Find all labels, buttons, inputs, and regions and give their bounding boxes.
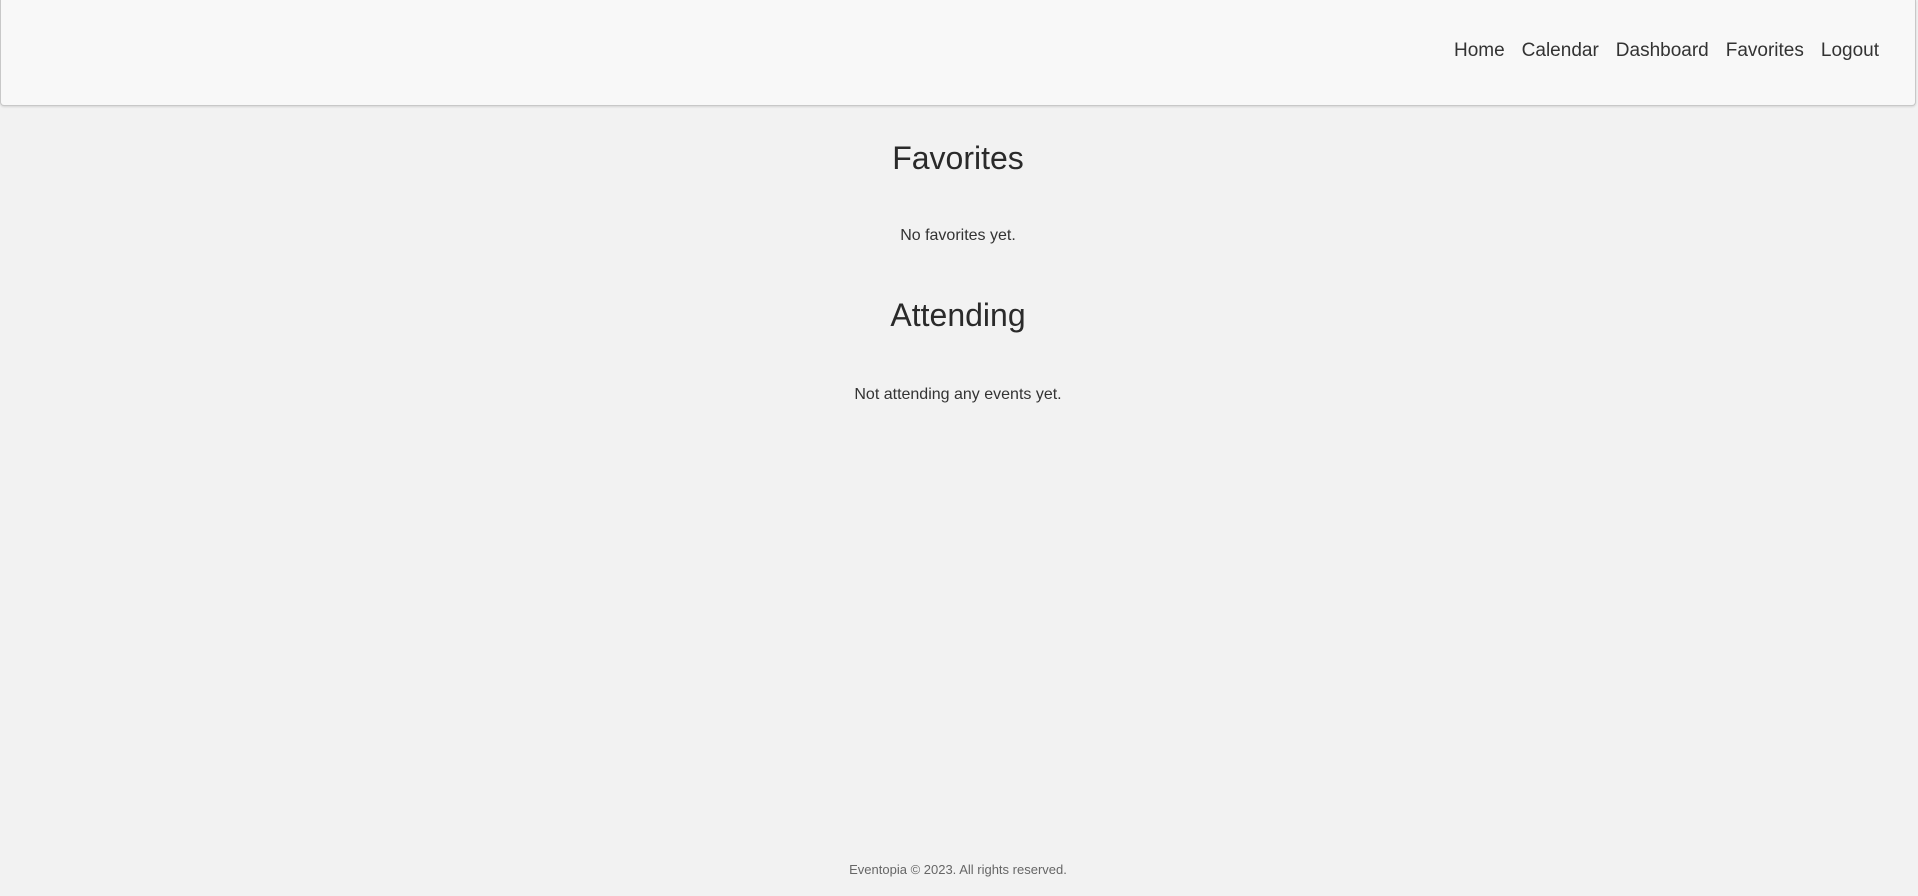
nav-link-home[interactable]: Home xyxy=(1454,40,1505,61)
top-navbar: Home Calendar Dashboard Favorites Logout xyxy=(0,0,1916,106)
nav-link-calendar[interactable]: Calendar xyxy=(1522,40,1599,61)
nav-item-dashboard: Dashboard xyxy=(1616,40,1709,62)
favorites-title: Favorites xyxy=(892,140,1024,176)
nav-link-logout[interactable]: Logout xyxy=(1821,40,1879,61)
nav-item-home: Home xyxy=(1454,40,1505,62)
nav-menu: Home Calendar Dashboard Favorites Logout xyxy=(1454,40,1879,62)
page-footer: Eventopia © 2023. All rights reserved. xyxy=(849,862,1067,877)
nav-item-logout: Logout xyxy=(1821,40,1879,62)
attending-title: Attending xyxy=(890,297,1026,333)
attending-empty-message: Not attending any events yet. xyxy=(854,386,1062,403)
favorites-empty-message: No favorites yet. xyxy=(900,227,1016,244)
nav-item-favorites: Favorites xyxy=(1726,40,1804,62)
nav-item-calendar: Calendar xyxy=(1522,40,1599,62)
nav-link-favorites[interactable]: Favorites xyxy=(1726,40,1804,61)
nav-link-dashboard[interactable]: Dashboard xyxy=(1616,40,1709,61)
